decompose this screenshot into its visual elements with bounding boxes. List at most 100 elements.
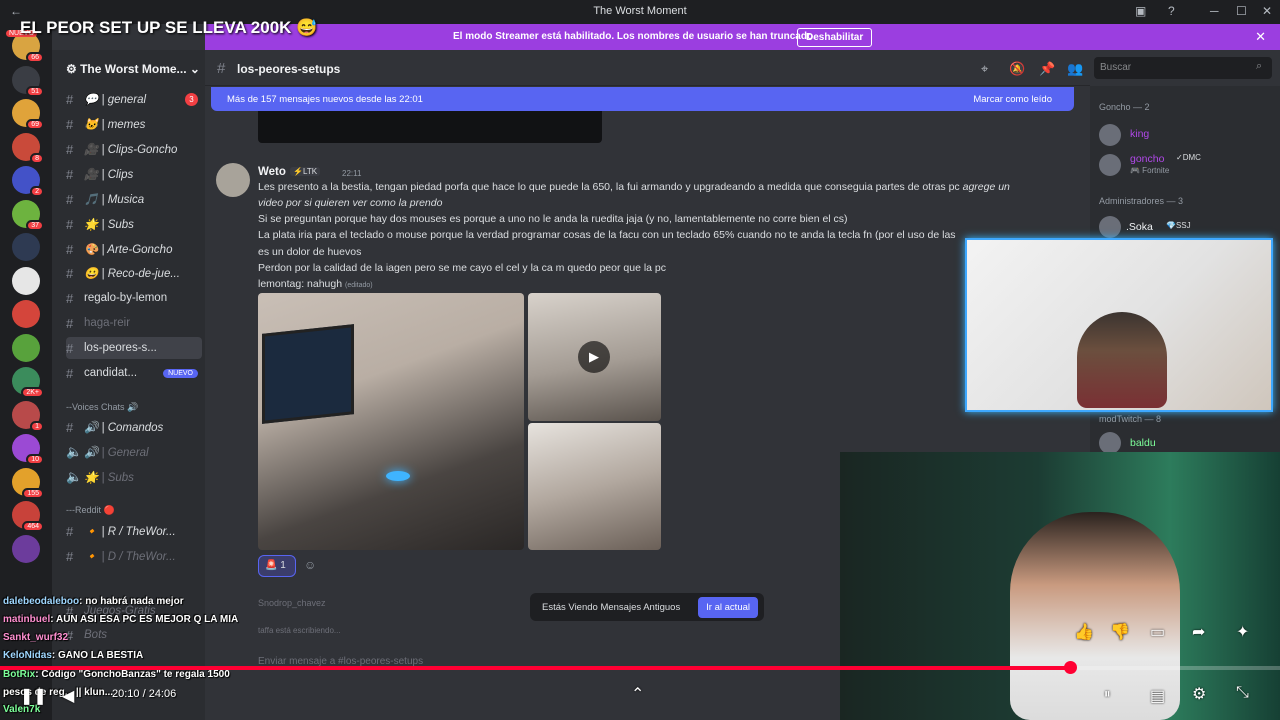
webcam-main [840,452,1280,720]
server-icon[interactable]: 10 [12,434,44,465]
inbox-icon[interactable]: ▣ [1135,4,1146,18]
avatar[interactable] [1099,216,1121,238]
chevron-up-icon[interactable]: ⌃ [631,684,644,704]
pause-icon[interactable]: ❚❚ [20,686,47,706]
sidebar-channel[interactable]: # 🎥 | Clips-Goncho [66,138,202,160]
pin-icon[interactable]: 📌 [1039,61,1055,77]
pc-photo[interactable] [528,423,661,550]
sidebar-channel[interactable]: # 🔸 | D / TheWor... [66,545,202,567]
volume-icon[interactable]: ◀ [62,686,74,706]
avatar[interactable] [1099,154,1121,176]
sidebar-channel[interactable]: # 🔊 | Comandos [66,416,202,438]
sidebar-channel[interactable]: # 😀 | Reco-de-jue... [66,262,202,284]
threads-icon[interactable]: ⌖ [981,61,988,77]
close-icon[interactable]: ✕ [1255,29,1266,45]
new-messages-bar[interactable]: Más de 157 mensajes nuevos desde las 22:… [211,87,1074,111]
jump-to-present-button[interactable]: Ir al actual [698,597,758,618]
window-title: The Worst Moment [593,5,687,17]
message-author[interactable]: Weto [258,166,286,178]
server-icon[interactable]: 464 [12,501,44,532]
sidebar-channel[interactable]: # los-peores-s... [66,337,202,359]
channel-label: 🎵 | Musica [84,194,145,206]
server-icon[interactable]: 37 [12,199,44,231]
dislike-icon[interactable]: 👎 [1110,622,1130,642]
sidebar-channel[interactable]: # 🎵 | Musica [66,188,202,210]
video-thumbnail[interactable]: ▶ [528,293,661,421]
channel-label: 🌟 | Subs [84,219,134,231]
channel-category[interactable]: --Voices Chats 🔊 [66,402,138,413]
hash-icon: # [66,627,74,643]
add-reaction-icon[interactable]: ☺ [304,558,316,572]
server-icon[interactable]: 69 [12,99,44,130]
close-button[interactable]: ✕ [1262,4,1272,18]
server-icon[interactable]: 51 [12,65,44,97]
channel-label: haga-reir [84,317,131,329]
disable-streamer-button[interactable]: Deshabilitar [797,28,873,47]
search-icon: ⌕ [1256,60,1263,72]
chat-message: BotRix: Código "GonchoBanzas" te regala … [3,669,230,680]
member-name[interactable]: king [1130,128,1149,140]
server-badge: 69 [26,119,44,130]
sidebar-channel[interactable]: # 🎥 | Clips [66,163,202,185]
sidebar-channel[interactable]: # 🐱 | memes [66,113,202,135]
progress-handle[interactable] [1064,661,1078,674]
notifications-icon[interactable]: 🔕 [1009,61,1025,77]
member-name[interactable]: goncho [1130,153,1164,165]
hash-icon: # [66,290,74,306]
miniplayer-icon[interactable]: ⏸ [1104,686,1111,702]
avatar[interactable] [216,163,250,197]
reaction-pill[interactable]: 🚨 1 [258,555,296,577]
server-name[interactable]: ⚙ The Worst Mome... ⌄ [66,62,200,76]
comment-icon[interactable]: ▭ [1150,622,1165,642]
sidebar-channel[interactable]: # Bots [66,624,202,646]
play-icon[interactable]: ▶ [578,341,610,373]
hash-icon: # [66,191,74,207]
sidebar-channel[interactable]: 🔈 🔊 | General [66,441,202,463]
sidebar-channel[interactable]: # 🔸 | R / TheWor... [66,520,202,542]
share-icon[interactable]: ➦ [1192,622,1205,642]
server-icon[interactable]: 8 [12,132,44,164]
avatar[interactable] [1099,432,1121,454]
server-icon[interactable] [12,300,40,328]
members-icon[interactable]: 👥 [1067,61,1083,77]
streamer-figure [1077,312,1167,408]
message-line: Les presento a la bestia, tengan piedad … [258,181,1010,193]
member-status: 🎮 Fortnite [1130,166,1170,175]
member-name[interactable]: baldu [1130,437,1156,449]
speaker-icon: 🔈 [66,469,83,484]
sidebar-channel[interactable]: # 💬 | general 3 [66,88,202,110]
server-icon[interactable]: 1 [12,400,44,432]
server-badge: 51 [26,85,44,97]
like-icon[interactable]: 👍 [1074,622,1094,642]
member-name[interactable]: .Soka [1126,221,1153,233]
sidebar-channel[interactable]: # 🌟 | Subs [66,213,202,235]
setup-photo[interactable] [258,293,524,550]
minimize-button[interactable]: ─ [1210,4,1219,18]
sparkle-icon[interactable]: ✦ [1236,622,1249,642]
server-icon[interactable] [12,233,40,261]
fullscreen-exit-icon[interactable]: ⤡ [1236,684,1249,702]
captions-icon[interactable]: ▤ [1150,686,1165,706]
server-icon[interactable]: 155 [12,467,44,499]
avatar[interactable] [1099,124,1121,146]
channel-category[interactable]: ---Reddit 🔴 [66,505,115,516]
sidebar-channel[interactable]: # 🎨 | Arte-Goncho [66,238,202,260]
sidebar-channel[interactable]: 🔈 🌟 | Subs [66,466,202,488]
channel-label: 😀 | Reco-de-jue... [84,268,180,280]
server-icon[interactable] [12,333,40,362]
message-line: lemontag: nahugh (editado) [258,278,373,290]
search-input[interactable]: Buscar ⌕ [1094,57,1272,79]
server-icon[interactable] [12,266,40,295]
hash-icon: # [66,419,74,435]
sidebar-channel[interactable]: # regalo-by-lemon [66,287,202,309]
mark-as-read-button[interactable]: Marcar como leído [973,94,1052,105]
maximize-button[interactable]: ☐ [1236,4,1247,18]
channel-label: 🔸 | R / TheWor... [84,526,176,538]
sidebar-channel[interactable]: # candidat... NUEVO [66,362,202,384]
server-icon[interactable] [12,534,40,563]
sidebar-channel[interactable]: # haga-reir [66,312,202,334]
server-icon[interactable]: 2 [12,166,44,197]
server-icon[interactable]: 2K+ [12,367,44,398]
settings-icon[interactable]: ⚙ [1192,684,1206,704]
help-icon[interactable]: ? [1168,4,1175,18]
